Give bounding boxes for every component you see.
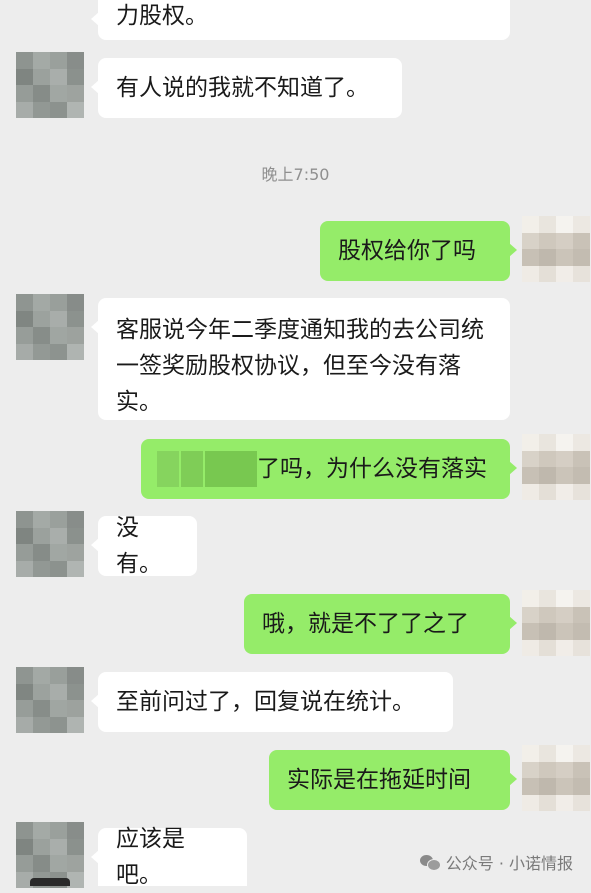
- message-text: 了吗，为什么没有落实: [257, 456, 487, 482]
- my-avatar[interactable]: [522, 434, 590, 500]
- chat-timestamp: 晚上7:50: [261, 165, 330, 184]
- message-bubble-incoming[interactable]: 有人说的我就不知道了。: [91, 58, 402, 118]
- redacted-block: [181, 451, 203, 487]
- contact-avatar[interactable]: [16, 511, 84, 577]
- watermark: 公众号 · 小诺情报: [419, 850, 573, 874]
- contact-avatar[interactable]: [16, 52, 84, 118]
- message-text: 至前问过了，回复说在统计。: [116, 689, 415, 715]
- message-bubble-outgoing[interactable]: 了吗，为什么没有落实: [141, 439, 517, 499]
- watermark-text: 公众号 · 小诺情报: [445, 854, 573, 873]
- my-avatar[interactable]: [522, 590, 590, 656]
- partial-avatar-edge: [30, 878, 70, 886]
- redacted-block: [205, 451, 257, 487]
- message-text: 力股权。: [116, 3, 208, 29]
- message-text: 有人说的我就不知道了。: [116, 75, 369, 101]
- message-bubble-outgoing[interactable]: 股权给你了吗: [320, 221, 517, 281]
- my-avatar[interactable]: [522, 216, 590, 282]
- message-text: 股权给你了吗: [338, 238, 476, 264]
- message-text: 客服说今年二季度通知我的去公司统一签奖励股权协议，但至今没有落实。: [116, 317, 484, 415]
- my-avatar[interactable]: [522, 745, 590, 811]
- message-bubble-incoming[interactable]: 客服说今年二季度通知我的去公司统一签奖励股权协议，但至今没有落实。: [91, 298, 510, 420]
- message-bubble-incoming[interactable]: 至前问过了，回复说在统计。: [91, 672, 453, 732]
- message-bubble-incoming[interactable]: 应该是吧。: [91, 826, 247, 888]
- contact-avatar[interactable]: [16, 294, 84, 360]
- message-text: 没有。: [116, 515, 162, 577]
- message-bubble-outgoing[interactable]: 实际是在拖延时间: [269, 750, 517, 810]
- message-text: 应该是吧。: [116, 826, 185, 888]
- wechat-icon: [419, 854, 441, 871]
- message-bubble-incoming[interactable]: 力股权。: [91, 0, 510, 40]
- message-text: 哦，就是不了了之了: [262, 611, 469, 637]
- message-bubble-outgoing[interactable]: 哦，就是不了了之了: [244, 594, 517, 654]
- message-bubble-incoming[interactable]: 没有。: [91, 515, 197, 577]
- message-text: 实际是在拖延时间: [287, 767, 471, 793]
- contact-avatar[interactable]: [16, 667, 84, 733]
- redacted-block: [157, 451, 179, 487]
